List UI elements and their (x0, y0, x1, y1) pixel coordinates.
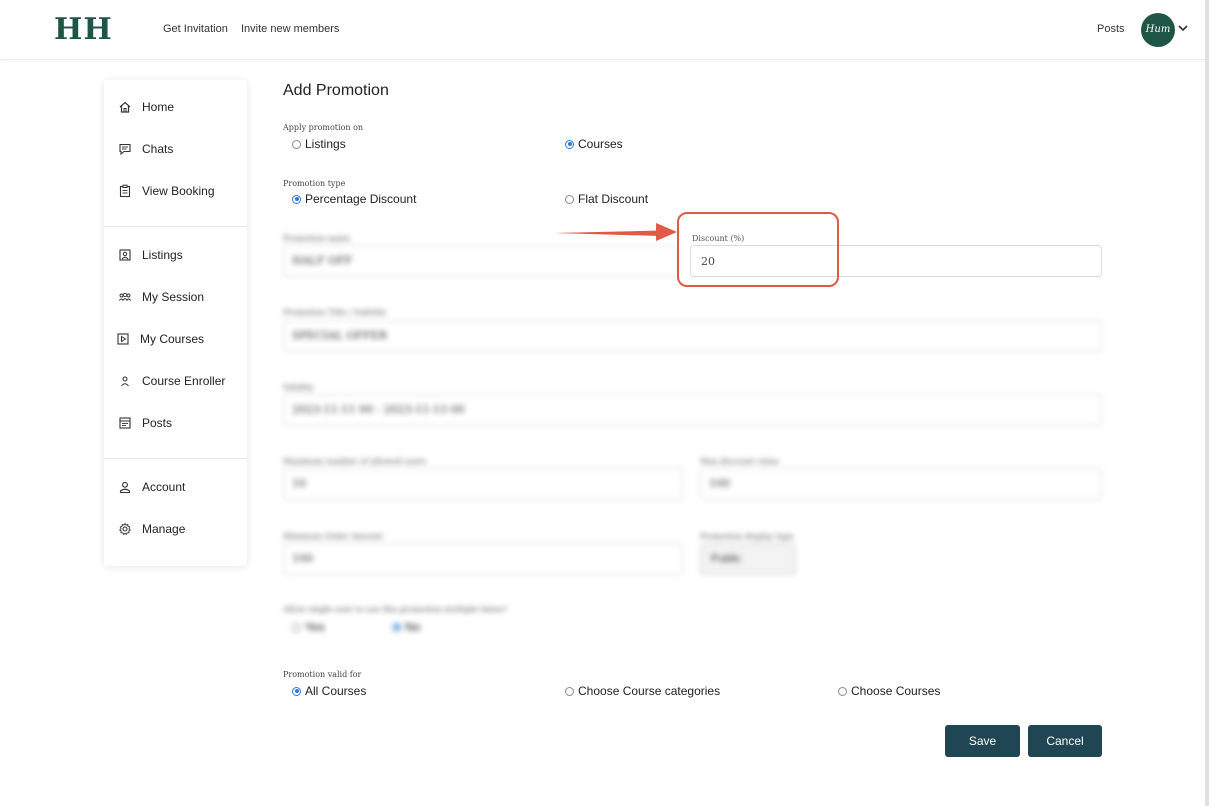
max-discount-input[interactable]: 100 (700, 468, 1102, 500)
sidebar-divider (104, 458, 247, 459)
page-title: Add Promotion (283, 82, 389, 99)
sidebar-item-label: Home (142, 100, 175, 114)
radio-dot (565, 686, 574, 696)
promotion-type-label: Promotion type (283, 179, 346, 188)
listing-icon (119, 249, 131, 261)
radio-dot (292, 622, 301, 632)
min-order-label: Minimum Order Amount (283, 532, 383, 541)
radio-courses[interactable]: Courses (565, 137, 623, 151)
max-users-input[interactable]: 10 (283, 468, 683, 500)
radio-label: Choose Course categories (578, 684, 721, 698)
sidebar-item-label: Manage (142, 522, 186, 536)
account-icon (119, 481, 131, 494)
radio-dot (565, 139, 574, 149)
sidebar-item-label: My Session (142, 290, 205, 304)
sidebar: Home Chats View Booking Listings My Sess… (104, 80, 247, 566)
nav-invite-members[interactable]: Invite new members (241, 23, 339, 35)
max-users-label: Maximum number of allowed users (283, 457, 427, 466)
sidebar-item-view-booking[interactable]: View Booking (118, 182, 215, 200)
radio-listings[interactable]: Listings (292, 137, 346, 151)
gear-icon (118, 522, 132, 536)
validity-input[interactable]: 2023-11-11 00 - 2023-11-13 00 (283, 394, 1102, 426)
valid-for-label: Promotion valid for (283, 670, 362, 679)
radio-dot (392, 622, 401, 632)
sidebar-item-account[interactable]: Account (118, 478, 185, 496)
radio-dot (292, 139, 301, 149)
nav-get-invitation[interactable]: Get Invitation (163, 23, 228, 35)
radio-yes[interactable]: Yes (292, 620, 325, 634)
chevron-down-icon[interactable] (1177, 22, 1189, 34)
radio-label: Courses (578, 137, 623, 151)
radio-dot (838, 686, 847, 696)
user-icon (121, 376, 129, 387)
sidebar-item-label: View Booking (142, 184, 215, 198)
radio-percentage-discount[interactable]: Percentage Discount (292, 192, 416, 206)
max-discount-label: Max discount value (700, 457, 779, 466)
sidebar-item-label: Course Enroller (142, 374, 226, 388)
play-icon (117, 333, 129, 345)
nav-posts[interactable]: Posts (1097, 23, 1125, 35)
display-type-label: Promotion display type (700, 532, 794, 541)
clipboard-icon (119, 184, 131, 198)
save-button[interactable]: Save (945, 725, 1020, 757)
radio-choose-course-categories[interactable]: Choose Course categories (565, 684, 720, 698)
radio-label: No (405, 620, 421, 634)
sidebar-item-posts[interactable]: Posts (118, 414, 172, 432)
apply-on-label: Apply promotion on (283, 123, 364, 132)
sidebar-item-my-courses[interactable]: My Courses (116, 330, 204, 348)
radio-no[interactable]: No (392, 620, 420, 634)
min-order-input[interactable]: 100 (283, 543, 683, 575)
group-icon (118, 292, 132, 301)
radio-choose-courses[interactable]: Choose Courses (838, 684, 940, 698)
promotion-name-input[interactable]: HALF OFF (283, 245, 678, 277)
cancel-button[interactable]: Cancel (1028, 725, 1102, 757)
radio-dot (292, 194, 301, 204)
sidebar-item-label: Account (142, 480, 186, 494)
sidebar-item-chats[interactable]: Chats (118, 140, 173, 158)
single-user-label: Allow single user to use this promotion … (283, 605, 507, 614)
radio-dot (292, 686, 301, 696)
radio-all-courses[interactable]: All Courses (292, 684, 366, 698)
sidebar-item-label: Posts (142, 416, 173, 430)
radio-label: Choose Courses (851, 684, 941, 698)
radio-flat-discount[interactable]: Flat Discount (565, 192, 648, 206)
radio-label: Yes (305, 620, 325, 634)
sidebar-item-label: My Courses (140, 332, 205, 346)
home-icon (119, 101, 131, 113)
radio-label: Percentage Discount (305, 192, 417, 206)
posts-icon (119, 417, 131, 429)
logo[interactable]: HH (54, 12, 113, 47)
top-header: HH Get Invitation Invite new members Pos… (0, 0, 1205, 60)
promotion-title-input[interactable]: SPECIAL OFFER (283, 320, 1102, 352)
sidebar-item-label: Listings (142, 248, 183, 262)
sidebar-item-my-session[interactable]: My Session (118, 288, 204, 306)
highlight-box (677, 212, 839, 287)
promotion-title-label: Promotion Title / Subtitle (283, 308, 386, 317)
chat-icon (119, 143, 131, 156)
radio-dot (565, 194, 574, 204)
avatar[interactable]: Hum (1141, 13, 1175, 47)
sidebar-item-home[interactable]: Home (118, 98, 174, 116)
radio-label: All Courses (305, 684, 367, 698)
radio-label: Flat Discount (578, 192, 649, 206)
sidebar-item-course-enroller[interactable]: Course Enroller (118, 372, 225, 390)
sidebar-item-label: Chats (142, 142, 174, 156)
sidebar-item-listings[interactable]: Listings (118, 246, 183, 264)
scrollbar[interactable] (1205, 0, 1209, 806)
promotion-name-label: Promotion name (283, 234, 350, 243)
radio-label: Listings (305, 137, 346, 151)
sidebar-divider (104, 226, 247, 227)
arrow-icon (554, 223, 677, 241)
display-type-select[interactable]: Public (700, 543, 796, 575)
sidebar-item-manage[interactable]: Manage (118, 520, 185, 538)
validity-label: Validity (283, 383, 314, 392)
